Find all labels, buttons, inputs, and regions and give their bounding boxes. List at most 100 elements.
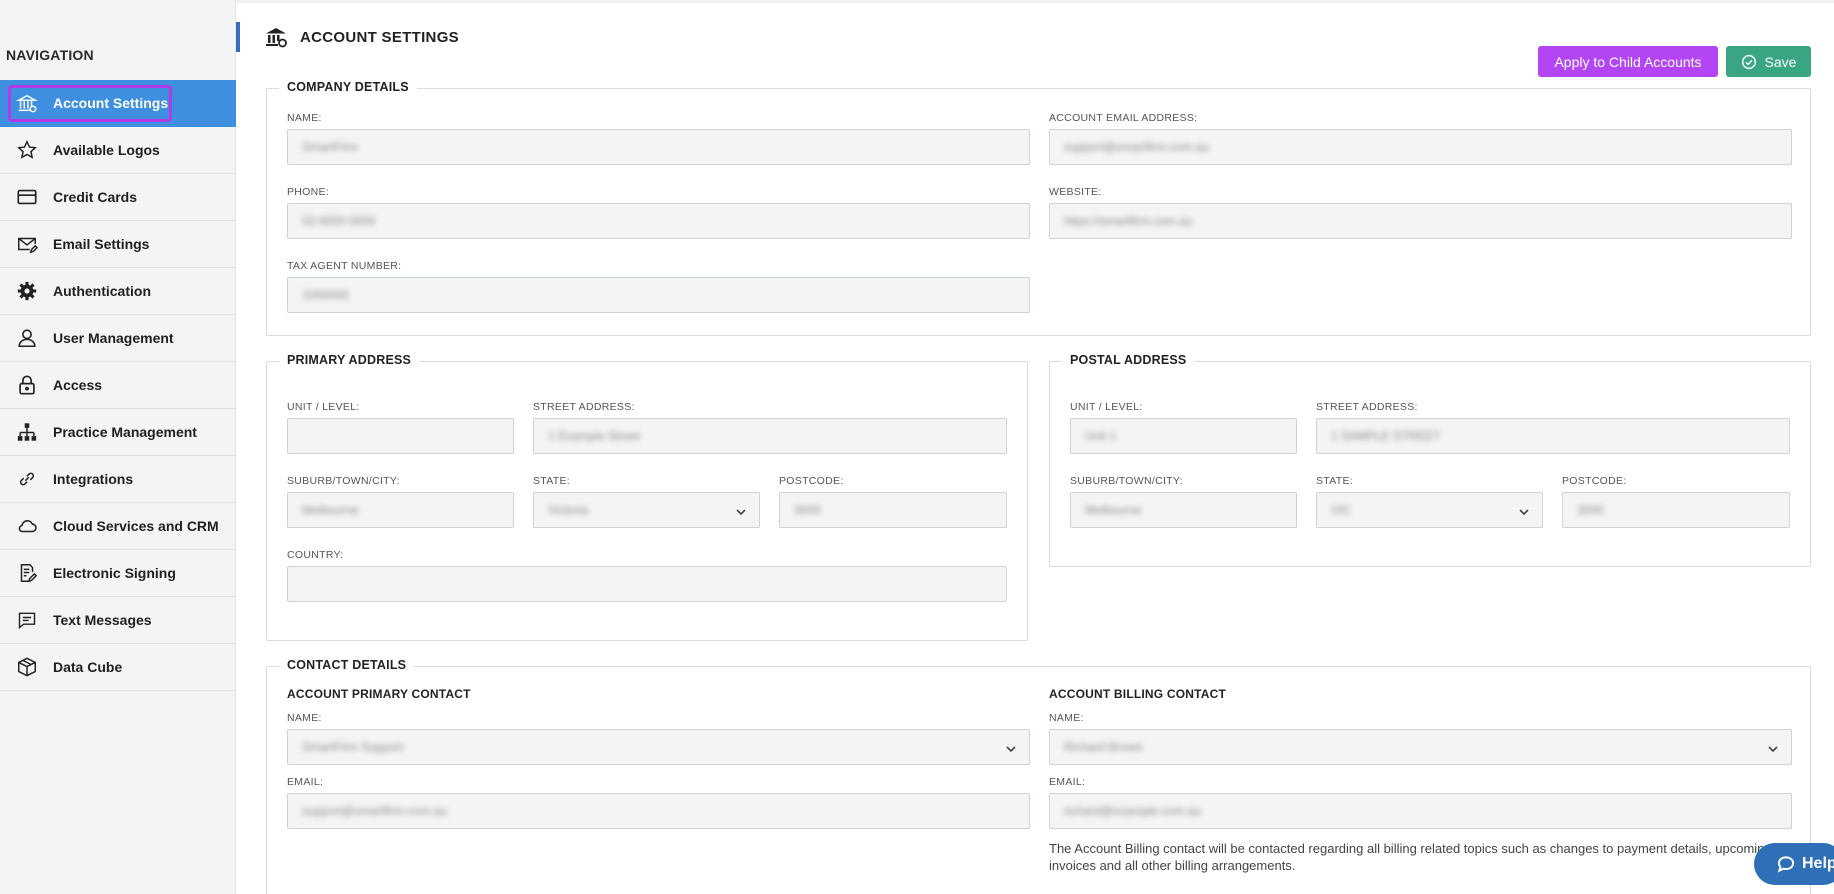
apply-to-child-accounts-button[interactable]: Apply to Child Accounts xyxy=(1538,46,1718,77)
help-label: Help xyxy=(1802,855,1834,872)
sidebar-item-label: Available Logos xyxy=(53,142,160,158)
postal-address-section: POSTAL ADDRESS UNIT / LEVEL: Unit 1 STRE… xyxy=(1049,353,1811,567)
postal-state-field: STATE: VIC xyxy=(1316,474,1543,528)
help-button[interactable]: Help xyxy=(1754,843,1834,885)
postal-unit-input[interactable]: Unit 1 xyxy=(1070,418,1297,454)
billing-contact-name-field: NAME: Richard Brown xyxy=(1049,711,1792,765)
input-value: 1000000 xyxy=(302,288,349,302)
company-name-field: NAME: SmartFirm xyxy=(287,111,1030,165)
primary-suburb-input[interactable]: Melbourne xyxy=(287,492,514,528)
primary-contact-name-select[interactable]: SmartFirm Support xyxy=(287,729,1030,765)
save-button-label: Save xyxy=(1764,53,1797,70)
sidebar-item-label: Credit Cards xyxy=(53,189,138,205)
sidebar-item-electronic-signing[interactable]: Electronic Signing xyxy=(0,550,236,597)
primary-state-select[interactable]: Victoria xyxy=(533,492,760,528)
postal-postcode-input[interactable]: 3000 xyxy=(1562,492,1790,528)
sidebar-item-access[interactable]: Access xyxy=(0,362,236,409)
user-icon xyxy=(14,325,40,351)
primary-street-field: STREET ADDRESS: 1 Example Street xyxy=(533,400,1007,454)
nav-list: Account Settings Available Logos Credit … xyxy=(0,80,236,691)
field-label: PHONE: xyxy=(287,186,330,198)
gear-icon xyxy=(14,278,40,304)
postal-street-input[interactable]: 1 SAMPLE STREET xyxy=(1316,418,1790,454)
sidebar-item-practice-management[interactable]: Practice Management xyxy=(0,409,236,456)
primary-unit-input[interactable] xyxy=(287,418,514,454)
sidebar-item-label: Access xyxy=(53,377,103,393)
postal-unit-field: UNIT / LEVEL: Unit 1 xyxy=(1070,400,1297,454)
page-title-text: ACCOUNT SETTINGS xyxy=(300,28,459,46)
save-button[interactable]: Save xyxy=(1726,46,1811,77)
sidebar-item-email-settings[interactable]: Email Settings xyxy=(0,221,236,268)
input-value: Unit 1 xyxy=(1085,429,1117,443)
phone-input[interactable]: 03 9000 0000 xyxy=(287,203,1030,239)
billing-contact-name-select[interactable]: Richard Brown xyxy=(1049,729,1792,765)
account-email-input[interactable]: support@smartfirm.com.au xyxy=(1049,129,1792,165)
sidebar-item-label: Electronic Signing xyxy=(53,565,176,581)
account-email-field: ACCOUNT EMAIL ADDRESS: support@smartfirm… xyxy=(1049,111,1792,165)
input-value: richard@example.com.au xyxy=(1064,804,1201,818)
primary-postcode-input[interactable]: 3000 xyxy=(779,492,1007,528)
primary-address-section: PRIMARY ADDRESS UNIT / LEVEL: STREET ADD… xyxy=(266,353,1028,641)
chevron-down-icon xyxy=(1767,742,1779,760)
primary-contact-name-field: NAME: SmartFirm Support xyxy=(287,711,1030,765)
field-label: COUNTRY: xyxy=(287,549,344,561)
field-label: EMAIL: xyxy=(1049,776,1086,788)
postal-suburb-input[interactable]: Melbourne xyxy=(1070,492,1297,528)
billing-contact-note: The Account Billing contact will be cont… xyxy=(1049,841,1772,873)
cube-icon xyxy=(14,654,40,680)
field-label: POSTCODE: xyxy=(1562,475,1627,487)
field-label: UNIT / LEVEL: xyxy=(1070,401,1143,413)
field-label: STREET ADDRESS: xyxy=(1316,401,1418,413)
website-input[interactable]: https://smartfirm.com.au xyxy=(1049,203,1792,239)
postal-street-field: STREET ADDRESS: 1 SAMPLE STREET xyxy=(1316,400,1790,454)
sidebar-item-available-logos[interactable]: Available Logos xyxy=(0,127,236,174)
input-value: support@smartfirm.com.au xyxy=(1064,140,1209,154)
primary-country-field: COUNTRY: xyxy=(287,548,1007,602)
sidebar-item-label: Practice Management xyxy=(53,424,197,440)
input-value: Melbourne xyxy=(302,503,359,517)
sidebar-item-account-settings[interactable]: Account Settings xyxy=(0,80,236,127)
input-value: SmartFirm xyxy=(302,140,358,154)
title-accent-bar xyxy=(236,22,240,52)
billing-contact-email-input[interactable]: richard@example.com.au xyxy=(1049,793,1792,829)
message-icon xyxy=(14,607,40,633)
primary-contact-email-field: EMAIL: support@smartfirm.com.au xyxy=(287,775,1030,829)
chevron-down-icon xyxy=(1518,505,1530,523)
field-label: NAME: xyxy=(1049,712,1084,724)
phone-field: PHONE: 03 9000 0000 xyxy=(287,185,1030,239)
primary-unit-field: UNIT / LEVEL: xyxy=(287,400,514,454)
sidebar-item-data-cube[interactable]: Data Cube xyxy=(0,644,236,691)
sidebar-item-user-management[interactable]: User Management xyxy=(0,315,236,362)
sidebar-item-credit-cards[interactable]: Credit Cards xyxy=(0,174,236,221)
sidebar-item-cloud-services[interactable]: Cloud Services and CRM xyxy=(0,503,236,550)
field-label: NAME: xyxy=(287,112,322,124)
field-label: UNIT / LEVEL: xyxy=(287,401,360,413)
section-legend: CONTACT DETAILS xyxy=(279,658,415,672)
primary-street-input[interactable]: 1 Example Street xyxy=(533,418,1007,454)
select-value: VIC xyxy=(1331,503,1352,517)
billing-contact-heading: ACCOUNT BILLING CONTACT xyxy=(1049,687,1227,701)
postal-state-select[interactable]: VIC xyxy=(1316,492,1543,528)
lock-icon xyxy=(14,372,40,398)
billing-contact-email-field: EMAIL: richard@example.com.au xyxy=(1049,775,1792,829)
primary-country-input[interactable] xyxy=(287,566,1007,602)
company-name-input[interactable]: SmartFirm xyxy=(287,129,1030,165)
sidebar-item-integrations[interactable]: Integrations xyxy=(0,456,236,503)
link-icon xyxy=(14,466,40,492)
field-label: TAX AGENT NUMBER: xyxy=(287,260,402,272)
sidebar-item-authentication[interactable]: Authentication xyxy=(0,268,236,315)
sidebar-item-text-messages[interactable]: Text Messages xyxy=(0,597,236,644)
main-content: ACCOUNT SETTINGS Apply to Child Accounts… xyxy=(236,0,1834,894)
tax-agent-number-input[interactable]: 1000000 xyxy=(287,277,1030,313)
primary-state-field: STATE: Victoria xyxy=(533,474,760,528)
primary-contact-email-input[interactable]: support@smartfirm.com.au xyxy=(287,793,1030,829)
top-strip xyxy=(236,0,1834,3)
section-legend: COMPANY DETAILS xyxy=(279,80,417,94)
primary-suburb-field: SUBURB/TOWN/CITY: Melbourne xyxy=(287,474,514,528)
postal-postcode-field: POSTCODE: 3000 xyxy=(1562,474,1790,528)
sidebar-item-label: Authentication xyxy=(53,283,151,299)
sidebar-item-label: Text Messages xyxy=(53,612,152,628)
check-circle-icon xyxy=(1741,54,1757,70)
select-value: Victoria xyxy=(548,503,588,517)
contact-details-section: CONTACT DETAILS ACCOUNT PRIMARY CONTACT … xyxy=(266,658,1811,894)
